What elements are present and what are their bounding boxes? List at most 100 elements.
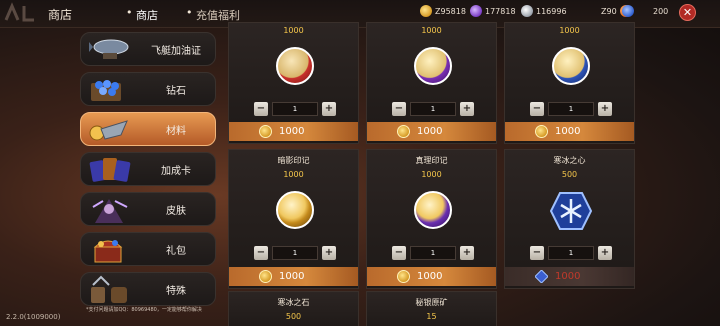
item-name: 秘银原矿 <box>415 298 448 307</box>
increase-button[interactable]: + <box>598 102 612 116</box>
item-price: 1000 <box>555 271 581 282</box>
decrease-button[interactable]: − <box>254 246 268 260</box>
purple-emblem-icon[interactable] <box>414 47 452 85</box>
ice-heart-icon[interactable] <box>550 191 592 231</box>
skin-icon <box>92 199 128 223</box>
item-limit: 500 <box>561 170 578 179</box>
sidebar-item-bonus-cards[interactable]: 加成卡 <box>80 152 216 186</box>
sidebar-item-label: 特殊 <box>166 286 186 297</box>
decrease-button[interactable]: − <box>530 102 544 116</box>
shop-item-card: 真理印记 1000 − 1 + 1000 <box>366 149 497 289</box>
item-name: 真理印记 <box>415 156 448 165</box>
sidebar-item-diamonds[interactable]: 钻石 <box>80 72 216 106</box>
shop-item-card: 暗影印记 1000 − 1 + 1000 <box>228 149 359 289</box>
quantity-input[interactable]: 1 <box>548 246 594 260</box>
sidebar-item-skin[interactable]: 皮肤 <box>80 192 216 226</box>
diamonds-icon <box>91 80 121 101</box>
purple-crystal-icon <box>470 5 482 17</box>
item-price: 1000 <box>417 126 443 137</box>
truth-mark-icon[interactable] <box>414 191 452 229</box>
sidebar-item-label: 加成卡 <box>161 166 191 177</box>
currency-blue-value: 200 <box>653 6 669 16</box>
ice-gem-icon <box>535 270 548 283</box>
version-label: 2.2.0(1009000) <box>6 313 61 321</box>
tab-shop[interactable]: 商店 <box>126 6 158 23</box>
shop-item-card: 寒冰之心 500 − 1 + 1000 <box>504 149 635 289</box>
currency-silver: 116996 <box>521 5 567 17</box>
decrease-button[interactable]: − <box>392 102 406 116</box>
buy-button[interactable]: 1000 <box>229 267 358 286</box>
buy-button[interactable]: 1000 <box>367 122 496 141</box>
tab-bar: 商店 充值福利 <box>126 6 240 23</box>
page-title: 商店 <box>48 8 73 22</box>
sidebar-item-label: 钻石 <box>166 86 186 97</box>
silver-coin-icon <box>521 5 533 17</box>
quantity-input[interactable]: 1 <box>548 102 594 116</box>
gold-coin-icon <box>397 125 410 138</box>
quantity-stepper: − 1 + <box>530 102 612 116</box>
item-limit: 15 <box>426 312 437 321</box>
shop-item-card: 1000 − 1 + 1000 <box>504 22 635 144</box>
gold-coin-icon <box>397 270 410 283</box>
decrease-button[interactable]: − <box>254 102 268 116</box>
buy-button[interactable]: 1000 <box>505 122 634 141</box>
quantity-input[interactable]: 1 <box>272 102 318 116</box>
decrease-button[interactable]: − <box>530 246 544 260</box>
shop-item-grid: 1000 − 1 + 1000 1000 − 1 + 1000 1000 − 1 <box>228 22 720 326</box>
tab-recharge-bonus[interactable]: 充值福利 <box>186 6 240 23</box>
quantity-stepper: − 1 + <box>392 246 474 260</box>
buy-button[interactable]: 1000 <box>367 267 496 286</box>
shadow-mark-icon[interactable] <box>276 191 314 229</box>
sidebar-item-label: 礼包 <box>166 246 186 257</box>
blue-gem-icon <box>622 5 634 17</box>
game-logo-icon <box>4 2 34 22</box>
airship-icon <box>89 39 129 59</box>
sidebar-item-label: 飞艇加油证 <box>151 46 201 57</box>
increase-button[interactable]: + <box>598 246 612 260</box>
currency-gold-value: Z95818 <box>435 6 466 16</box>
materials-icon <box>89 120 128 141</box>
sidebar-item-label: 皮肤 <box>166 206 186 217</box>
sidebar-item-airship-fuel[interactable]: 飞艇加油证 <box>80 32 216 66</box>
currency-gold: Z95818 <box>420 5 466 17</box>
currency-orange-value: Z90 <box>601 6 617 16</box>
blue-emblem-icon[interactable] <box>552 47 590 85</box>
quantity-input[interactable]: 1 <box>410 102 456 116</box>
sidebar-item-special[interactable]: 特殊 <box>80 272 216 306</box>
shop-item-card: 寒冰之石 500 <box>228 291 359 326</box>
sidebar-item-materials[interactable]: 材料 <box>80 112 216 146</box>
item-price: 1000 <box>279 271 305 282</box>
item-price: 1000 <box>417 271 443 282</box>
sidebar-item-gift-pack[interactable]: 礼包 <box>80 232 216 266</box>
item-limit: 500 <box>285 312 302 321</box>
red-emblem-icon[interactable] <box>276 47 314 85</box>
special-icon <box>91 275 127 303</box>
quantity-input[interactable]: 1 <box>272 246 318 260</box>
currency-blue: 200 <box>622 5 668 17</box>
buy-button[interactable]: 1000 <box>229 122 358 141</box>
quantity-stepper: − 1 + <box>392 102 474 116</box>
increase-button[interactable]: + <box>460 102 474 116</box>
decrease-button[interactable]: − <box>392 246 406 260</box>
item-price: 1000 <box>555 126 581 137</box>
gold-coin-icon <box>420 5 432 17</box>
shop-item-card: 1000 − 1 + 1000 <box>366 22 497 144</box>
close-button[interactable]: ✕ <box>679 4 696 21</box>
item-name: 暗影印记 <box>277 156 310 165</box>
currency-purple-value: 177818 <box>485 6 516 16</box>
increase-button[interactable]: + <box>460 246 474 260</box>
gold-coin-icon <box>259 125 272 138</box>
quantity-input[interactable]: 1 <box>410 246 456 260</box>
quantity-stepper: − 1 + <box>254 102 336 116</box>
buy-button[interactable]: 1000 <box>505 267 634 286</box>
quantity-stepper: − 1 + <box>530 246 612 260</box>
gift-pack-icon <box>93 240 123 263</box>
item-limit: 1000 <box>421 26 442 35</box>
increase-button[interactable]: + <box>322 246 336 260</box>
item-name: 寒冰之心 <box>553 156 586 165</box>
sidebar-item-label: 材料 <box>166 126 186 137</box>
item-limit: 1000 <box>283 170 304 179</box>
item-name: 寒冰之石 <box>277 298 310 307</box>
currency-purple: 177818 <box>470 5 516 17</box>
increase-button[interactable]: + <box>322 102 336 116</box>
